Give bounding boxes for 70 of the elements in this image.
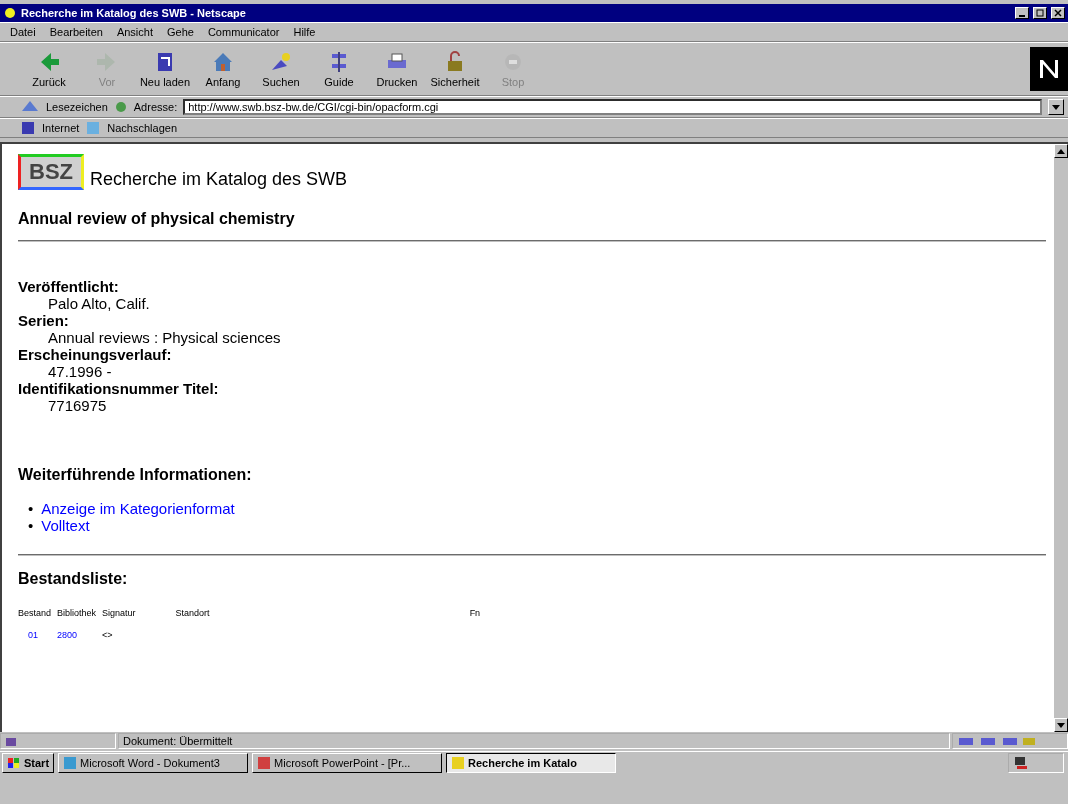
field-label: Identifikationsnummer Titel: [18, 380, 220, 397]
record-title: Annual review of physical chemistry [18, 210, 296, 228]
minimize-button[interactable] [1015, 7, 1029, 19]
toolbar-button[interactable]: Neu laden [136, 50, 194, 88]
menu-item[interactable]: Gehe [167, 26, 194, 38]
link[interactable]: Volltext [41, 517, 90, 534]
scrollbar[interactable] [1054, 144, 1068, 732]
netscape-icon [3, 6, 17, 20]
dropdown-button[interactable] [1048, 99, 1064, 115]
column-header: Bibliothek [57, 606, 103, 628]
field-label: Serien: [18, 312, 70, 329]
field-value: 47.1996 - [47, 363, 113, 380]
taskbar-button[interactable]: Microsoft PowerPoint - [Pr... [252, 753, 443, 773]
toolbar-button[interactable]: Zurück [20, 50, 78, 88]
app-icon [451, 756, 466, 770]
field-value: 7716975 [47, 397, 108, 414]
windows-flag-icon [7, 757, 21, 769]
close-button[interactable] [1051, 7, 1065, 19]
status-text: Dokument: Übermittelt [123, 735, 233, 747]
table-link[interactable]: 2800 [57, 630, 78, 640]
menu-item[interactable]: Communicator [207, 26, 280, 38]
table-cell: <> [102, 630, 113, 640]
menu-item[interactable]: Ansicht [116, 26, 153, 38]
field-value: Annual reviews : Physical sciences [47, 329, 282, 346]
caret-icon [1052, 104, 1060, 110]
table-link[interactable]: 01 [28, 630, 38, 640]
folder-icon [85, 120, 102, 136]
toolbar-button[interactable]: Suchen [252, 50, 310, 88]
app-icon [257, 756, 272, 770]
personal-toolbar-item[interactable]: Nachschlagen [107, 122, 178, 134]
toolbar-button[interactable]: Guide [310, 50, 368, 88]
window-title: Recherche im Katalog des SWB - Netscape [21, 7, 246, 19]
scroll-up-icon[interactable] [1057, 148, 1065, 154]
app-icon [63, 756, 78, 770]
column-header: Fn [469, 607, 482, 620]
toolbar-button[interactable]: Drucken [368, 50, 426, 88]
toolbar-button[interactable]: Sicherheit [426, 50, 484, 88]
taskbar-button[interactable]: Microsoft Word - Dokument3 [58, 753, 249, 773]
component-icon [957, 735, 1037, 747]
section-heading: Weiterführende Informationen: [18, 466, 253, 484]
field-value: Palo Alto, Calif. [47, 295, 151, 312]
menu-item[interactable]: Hilfe [293, 26, 316, 38]
toolbar-button[interactable]: Anfang [194, 50, 252, 88]
maximize-icon [1036, 9, 1044, 17]
bullet: • [28, 517, 34, 534]
menu-item[interactable]: Datei [10, 26, 36, 38]
network-icon [1013, 755, 1029, 771]
link[interactable]: Anzeige im Kategorienformat [41, 500, 235, 517]
page-icon [20, 120, 36, 136]
close-icon [1054, 9, 1062, 17]
field-label: Veröffentlicht: [18, 278, 120, 295]
section-heading: Bestandsliste: [18, 570, 129, 588]
bullet: • [28, 500, 34, 517]
address-label: Adresse: [133, 101, 178, 113]
taskbar-button[interactable]: Recherche im Katalo [446, 753, 617, 773]
field-label: Erscheinungsverlauf: [18, 346, 173, 363]
start-button[interactable]: Start [2, 753, 55, 773]
personal-toolbar-item[interactable]: Internet [42, 122, 80, 134]
bookmarks-button[interactable]: Lesezeichen [46, 101, 108, 113]
maximize-button[interactable] [1033, 7, 1047, 19]
address-field[interactable]: http://www.swb.bsz-bw.de/CGI/cgi-bin/opacform.cgi [183, 99, 1042, 115]
column-header: Standort [175, 606, 470, 628]
menu-item[interactable]: Bearbeiten [49, 26, 103, 38]
page-heading: Recherche im Katalog des SWB [90, 169, 348, 190]
column-header: Signatur [102, 606, 176, 628]
column-header: Bestand [18, 606, 58, 628]
netscape-logo [1030, 47, 1068, 91]
bsz-logo: BSZ [18, 154, 84, 190]
scroll-down-icon[interactable] [1057, 722, 1065, 728]
location-icon [113, 99, 128, 115]
